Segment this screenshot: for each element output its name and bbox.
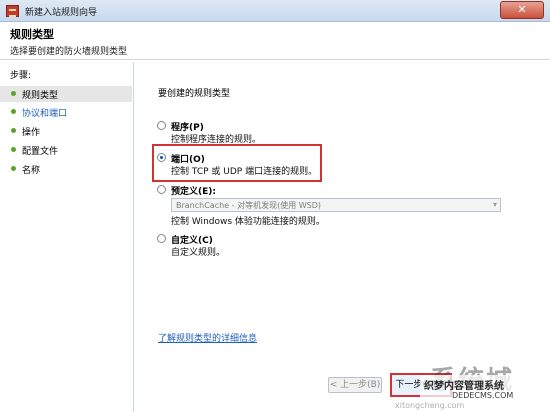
step-rule-type[interactable]: 规则类型 xyxy=(0,86,132,102)
step-name[interactable]: 名称 xyxy=(0,161,132,177)
step-protocol-ports[interactable]: 协议和端口 xyxy=(0,104,132,120)
window-title: 新建入站规则向导 xyxy=(25,8,98,18)
step-bullet-icon xyxy=(11,91,16,96)
option-description: 控制 TCP 或 UDP 端口连接的规则。 xyxy=(171,167,318,177)
wizard-header: 规则类型 选择要创建的防火墙规则类型 xyxy=(0,22,550,60)
watermark-domain: DEDECMS.COM xyxy=(452,391,514,400)
predefined-radio[interactable] xyxy=(157,185,166,194)
step-bullet-icon xyxy=(11,128,16,133)
option-title: 预定义(E): xyxy=(171,187,216,197)
step-label: 规则类型 xyxy=(22,91,59,101)
rule-type-prompt: 要创建的规则类型 xyxy=(158,89,231,99)
step-profile[interactable]: 配置文件 xyxy=(0,142,132,158)
step-bullet-icon xyxy=(11,147,16,152)
step-label: 操作 xyxy=(22,128,41,138)
step-label: 配置文件 xyxy=(22,147,59,157)
step-label: 协议和端口 xyxy=(22,109,68,119)
back-button[interactable]: < 上一步(B) xyxy=(328,377,382,393)
close-button[interactable]: ✕ xyxy=(500,1,544,19)
page-subtitle: 选择要创建的防火墙规则类型 xyxy=(10,47,128,57)
step-action[interactable]: 操作 xyxy=(0,123,132,139)
custom-radio[interactable] xyxy=(157,234,166,243)
program-radio[interactable] xyxy=(157,121,166,130)
learn-more-link[interactable]: 了解规则类型的详细信息 xyxy=(158,331,257,344)
port-radio[interactable] xyxy=(157,153,166,162)
option-description: 自定义规则。 xyxy=(171,248,226,258)
step-bullet-icon xyxy=(11,166,16,171)
title-bar: 新建入站规则向导 ✕ xyxy=(0,0,550,22)
step-label: 名称 xyxy=(22,166,41,176)
steps-pane: 步骤: 规则类型 协议和端口 操作 配置文件 名称 xyxy=(0,62,134,412)
watermark-text: 织梦内容管理系统 xyxy=(424,381,504,392)
predefined-select[interactable]: BranchCache - 对等机发现(使用 WSD) ▾ xyxy=(171,198,501,212)
page-title: 规则类型 xyxy=(10,28,54,41)
chevron-down-icon: ▾ xyxy=(492,200,497,209)
steps-heading: 步骤: xyxy=(10,71,32,81)
predefined-select-value: BranchCache - 对等机发现(使用 WSD) xyxy=(176,201,322,210)
step-bullet-icon xyxy=(11,109,16,114)
watermark-url: xitongcheng.com xyxy=(395,401,465,410)
option-description: 控制 Windows 体验功能连接的规则。 xyxy=(171,217,325,227)
firewall-icon xyxy=(6,5,19,17)
